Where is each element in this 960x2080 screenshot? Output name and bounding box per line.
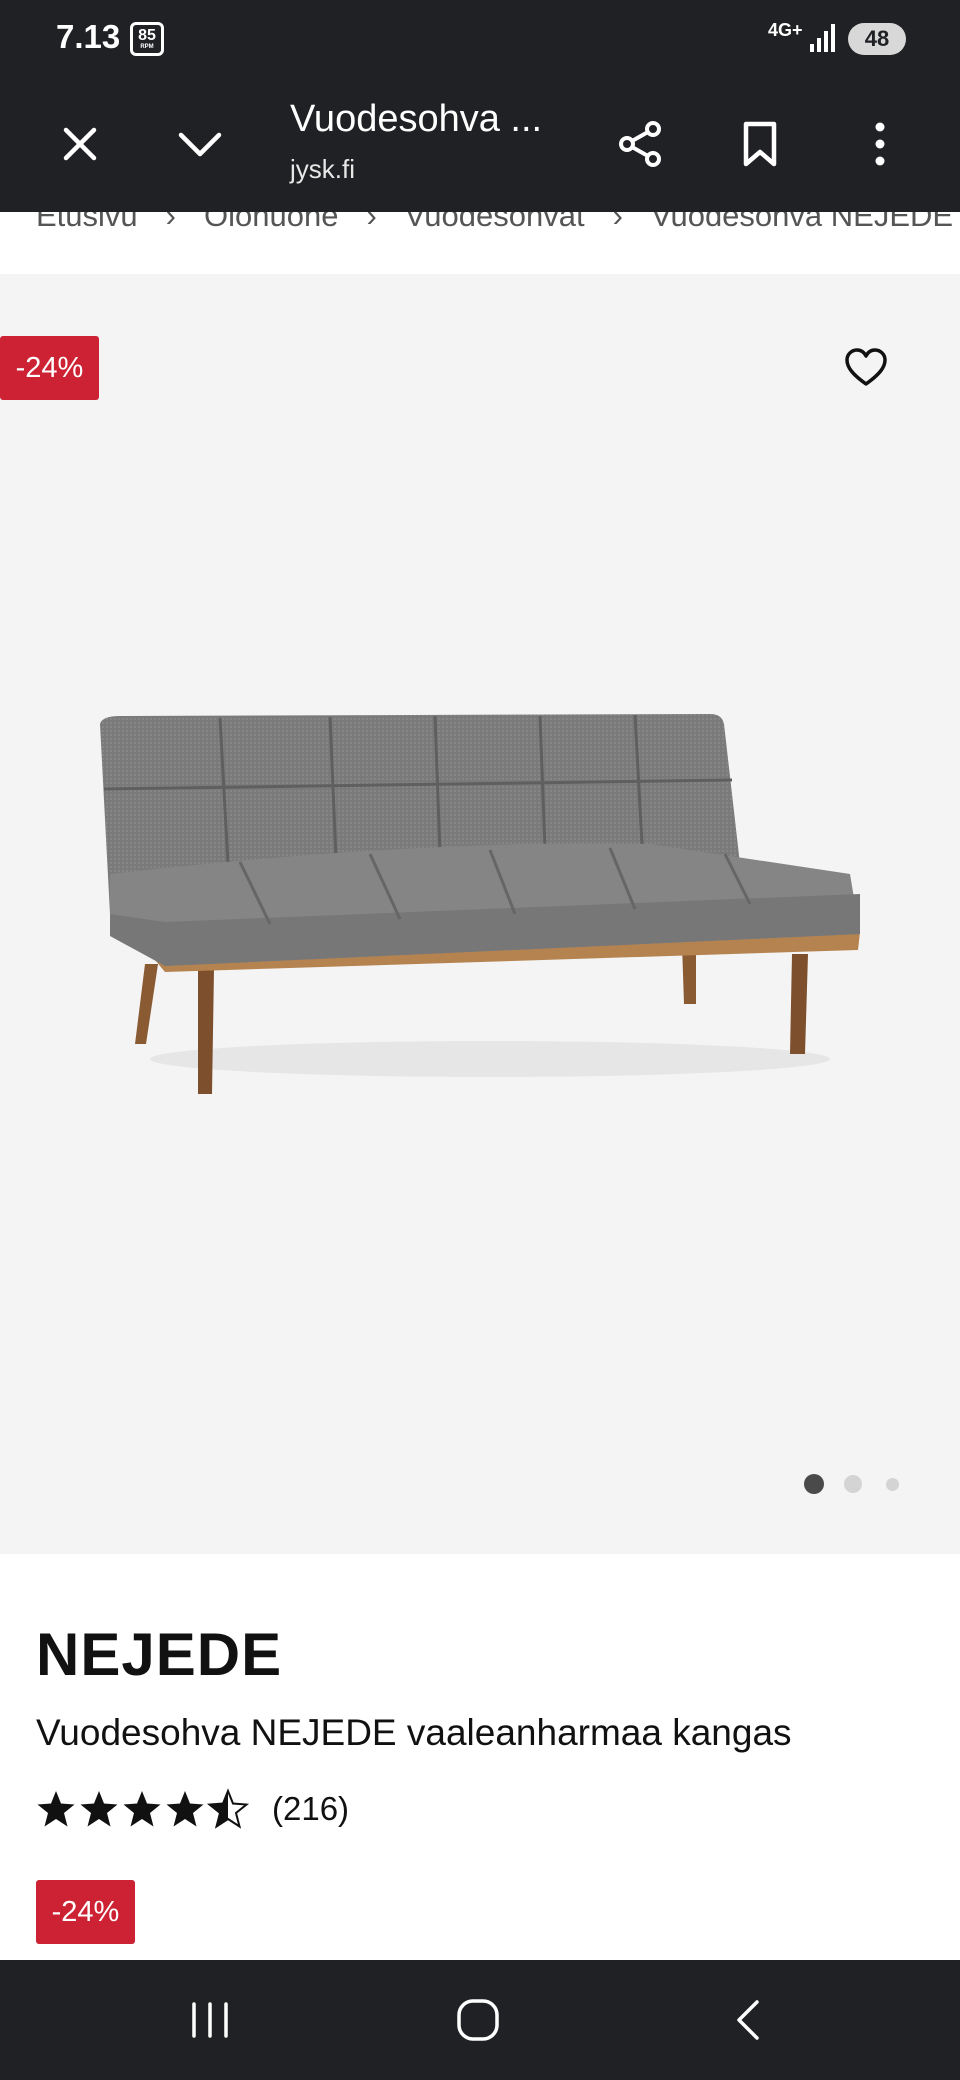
- breadcrumb-item-etusivu[interactable]: Etusivu: [36, 212, 138, 233]
- discount-badge: -24%: [36, 1880, 135, 1944]
- breadcrumb-item-current[interactable]: Vuodesohva NEJEDE: [651, 212, 953, 233]
- product-name: NEJEDE: [36, 1621, 283, 1688]
- product-description: Vuodesohva NEJEDE vaaleanharmaa kangas: [36, 1712, 792, 1753]
- product-rating[interactable]: (216): [36, 1786, 349, 1832]
- back-icon[interactable]: [718, 1990, 778, 2050]
- status-time: 7.13: [56, 18, 121, 55]
- battery-indicator: 48: [848, 23, 906, 55]
- refresh-rate-value: 85: [138, 27, 156, 44]
- star-rating-icon: [37, 1790, 248, 1828]
- bookmark-icon[interactable]: [732, 116, 788, 172]
- product-image[interactable]: [90, 714, 870, 1099]
- discount-badge: -24%: [0, 336, 99, 400]
- review-count[interactable]: (216): [272, 1790, 349, 1828]
- page-domain[interactable]: jysk.fi: [290, 154, 355, 185]
- refresh-rate-icon: 85 RPM: [130, 22, 164, 56]
- status-bar: 7.13 85 RPM 4G+ 48: [0, 0, 960, 78]
- page-title[interactable]: Vuodesohva ...: [290, 98, 542, 141]
- refresh-rate-unit: RPM: [140, 44, 154, 50]
- breadcrumb-item-vuodesohvat[interactable]: Vuodesohvat: [405, 212, 585, 233]
- breadcrumb-item-olohuone[interactable]: Olohuone: [204, 212, 338, 233]
- chevron-down-icon[interactable]: [172, 116, 228, 172]
- chevron-right-icon: ›: [612, 212, 623, 233]
- pagination-dot[interactable]: [886, 1478, 899, 1491]
- chevron-right-icon: ›: [165, 212, 176, 233]
- product-gallery[interactable]: -24%: [0, 274, 960, 1554]
- pagination-dot-active[interactable]: [804, 1474, 824, 1494]
- browser-toolbar: Vuodesohva ... jysk.fi: [0, 78, 960, 212]
- home-icon[interactable]: [448, 1990, 508, 2050]
- pagination-dot[interactable]: [844, 1475, 862, 1493]
- share-icon[interactable]: [612, 116, 668, 172]
- recent-apps-icon[interactable]: [180, 1990, 240, 2050]
- close-icon[interactable]: [52, 116, 108, 172]
- signal-icon: [808, 22, 838, 59]
- breadcrumb: Etusivu › Olohuone › Vuodesohvat › Vuodesohva …: [0, 212, 960, 274]
- chevron-right-icon: ›: [366, 212, 377, 233]
- more-vert-icon[interactable]: [852, 116, 908, 172]
- network-type: 4G+: [768, 20, 803, 40]
- system-navigation-bar: [0, 1960, 960, 2080]
- heart-icon[interactable]: [838, 340, 894, 396]
